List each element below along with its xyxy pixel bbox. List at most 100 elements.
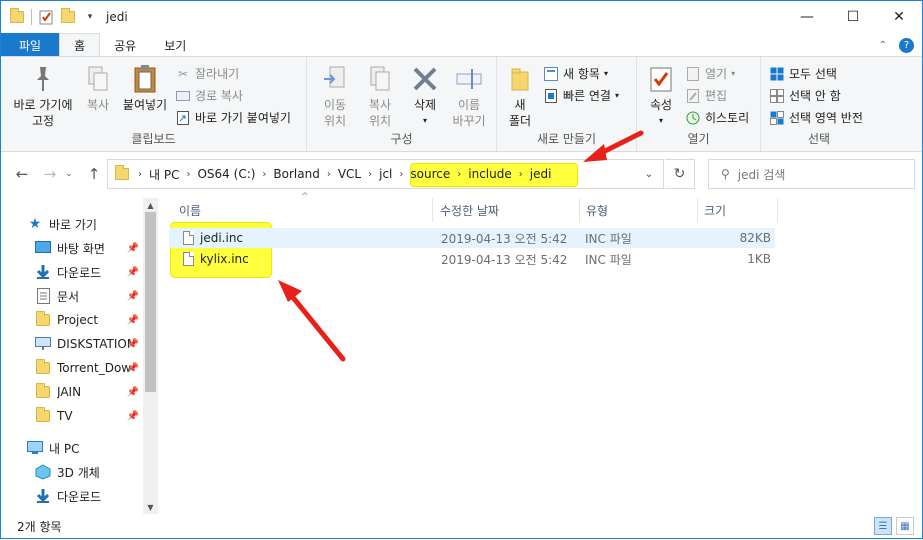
paste-button[interactable]: 붙여넣기	[119, 63, 171, 113]
file-size: 82KB	[739, 231, 771, 245]
forward-arrow-icon[interactable]: →	[39, 163, 61, 185]
scroll-down-icon[interactable]: ▼	[143, 500, 158, 514]
breadcrumb-item[interactable]: jcl	[374, 167, 397, 181]
pin-icon[interactable]: 📌	[127, 315, 139, 326]
breadcrumb-chevron-icon[interactable]: ›	[260, 169, 268, 180]
breadcrumb-chevron-icon[interactable]: ›	[184, 169, 192, 180]
copy-path-button[interactable]: 경로 복사	[175, 87, 243, 104]
address-dropdown-icon[interactable]: ⌄	[635, 160, 663, 188]
history-icon	[685, 110, 701, 126]
select-all-button[interactable]: 모두 선택	[769, 65, 837, 82]
edit-button[interactable]: 편집	[685, 87, 727, 104]
file-name: jedi.inc	[200, 231, 244, 245]
breadcrumb-chevron-icon[interactable]: ›	[325, 169, 333, 180]
path-icon	[175, 88, 191, 104]
folder-icon	[35, 311, 51, 328]
delete-dropdown-icon[interactable]: ▾	[423, 113, 427, 129]
nav-item[interactable]: Project 📌	[35, 308, 143, 332]
new-item-button[interactable]: 새 항목 ▾	[543, 65, 608, 82]
maximize-button[interactable]: ☐	[830, 1, 876, 33]
move-to-button[interactable]: 이동 위치	[313, 63, 357, 129]
select-none-button[interactable]: 선택 안 함	[769, 87, 841, 104]
nav-item[interactable]: TV 📌	[35, 404, 143, 428]
column-type[interactable]: 유형	[580, 198, 698, 222]
nav-item[interactable]: 문서 📌	[35, 284, 143, 308]
tab-share[interactable]: 공유	[100, 33, 150, 57]
invert-selection-button[interactable]: 선택 영역 반전	[769, 109, 863, 126]
customize-toolbar-icon[interactable]: ▾	[82, 9, 98, 25]
file-type: INC 파일	[585, 231, 632, 246]
address-bar[interactable]: › 내 PC › OS64 (C:) › Borland › VCL › jcl › source › i…	[107, 159, 664, 189]
nav-item[interactable]: 바탕 화면 📌	[35, 236, 143, 260]
file-name-cell[interactable]: jedi.inc	[183, 228, 243, 248]
pin-icon[interactable]: 📌	[127, 267, 139, 278]
recent-locations-icon[interactable]: ⌄	[63, 163, 75, 185]
nav-item[interactable]: JAIN 📌	[35, 380, 143, 404]
search-input[interactable]: ⚲ jedi 검색	[708, 159, 915, 189]
minimize-button[interactable]: —	[784, 1, 830, 33]
new-folder-icon[interactable]	[60, 8, 76, 25]
nav-item-label: JAIN	[57, 385, 82, 399]
tab-home[interactable]: 홈	[59, 33, 101, 57]
breadcrumb-item[interactable]: source	[405, 167, 455, 181]
column-name[interactable]: 이름	[173, 198, 433, 222]
nav-pc-item[interactable]: 3D 개체	[35, 460, 143, 484]
breadcrumb-chevron-icon[interactable]: ›	[397, 169, 405, 180]
properties-button[interactable]: 속성 ▾	[643, 63, 679, 129]
properties-dropdown-icon[interactable]: ▾	[659, 113, 663, 129]
table-row[interactable]: kylix.inc 2019-04-13 오전 5:42 INC 파일 1KB	[169, 249, 775, 269]
tab-file[interactable]: 파일	[1, 33, 60, 57]
help-icon[interactable]: ?	[899, 37, 914, 53]
tab-view[interactable]: 보기	[150, 33, 200, 57]
nav-item[interactable]: DISKSTATION 📌	[35, 332, 143, 356]
breadcrumb-item[interactable]: Borland	[268, 167, 324, 181]
properties-check-icon[interactable]	[38, 9, 54, 25]
delete-button[interactable]: 삭제 ▾	[405, 63, 445, 129]
breadcrumb-chevron-icon[interactable]: ›	[517, 169, 525, 180]
breadcrumb-item[interactable]: include	[463, 167, 516, 181]
nav-item[interactable]: 다운로드 📌	[35, 260, 143, 284]
breadcrumb-chevron-icon[interactable]: ›	[136, 169, 144, 180]
details-view-icon[interactable]: ☰	[874, 517, 892, 535]
back-arrow-icon[interactable]: ←	[11, 163, 33, 185]
close-button[interactable]: ✕	[876, 1, 922, 33]
table-row[interactable]: jedi.inc 2019-04-13 오전 5:42 INC 파일 82KB	[169, 228, 775, 248]
breadcrumb-chevron-icon[interactable]: ›	[455, 169, 463, 180]
rename-button[interactable]: 이름 바꾸기	[447, 63, 491, 129]
copy-button[interactable]: 복사	[81, 63, 115, 113]
breadcrumb-item[interactable]: VCL	[333, 167, 366, 181]
pin-quick-access-button[interactable]: 바로 가기에 고정	[7, 63, 79, 129]
copy-to-button[interactable]: 복사 위치	[357, 63, 403, 129]
breadcrumb-item[interactable]: jedi	[525, 167, 557, 181]
cut-button[interactable]: ✂ 잘라내기	[175, 65, 239, 82]
pin-icon[interactable]: 📌	[127, 339, 139, 350]
copy-path-label: 경로 복사	[195, 89, 243, 103]
pin-icon[interactable]: 📌	[127, 291, 139, 302]
ribbon-collapse-icon[interactable]: ⌃	[879, 40, 887, 51]
pin-icon[interactable]: 📌	[127, 363, 139, 374]
paste-shortcut-button[interactable]: 바로 가기 붙여넣기	[175, 109, 291, 126]
scroll-up-icon[interactable]: ▲	[143, 198, 158, 212]
breadcrumb-item[interactable]: OS64 (C:)	[192, 167, 260, 181]
history-label: 히스토리	[705, 111, 750, 125]
pin-icon[interactable]: 📌	[127, 243, 139, 254]
desktop-icon	[35, 240, 51, 256]
nav-pc-item[interactable]: 다운로드	[35, 484, 143, 508]
nav-item[interactable]: Torrent_Downl📌	[35, 356, 143, 380]
pin-icon[interactable]: 📌	[127, 387, 139, 398]
easy-access-button[interactable]: 빠른 연결 ▾	[543, 87, 619, 104]
pin-icon[interactable]: 📌	[127, 411, 139, 422]
nav-scrollbar[interactable]: ▲ ▼	[143, 198, 158, 514]
breadcrumb-chevron-icon[interactable]: ›	[366, 169, 374, 180]
refresh-icon[interactable]: ↻	[665, 159, 695, 189]
large-icons-view-icon[interactable]: ▦	[896, 517, 914, 535]
file-name-cell[interactable]: kylix.inc	[183, 249, 249, 269]
scroll-thumb[interactable]	[145, 212, 156, 392]
history-button[interactable]: 히스토리	[685, 109, 749, 126]
breadcrumb-item[interactable]: 내 PC	[144, 166, 184, 183]
new-folder-button[interactable]: 새 폴더	[503, 63, 537, 129]
column-modified[interactable]: 수정한 날짜	[434, 198, 580, 222]
open-button[interactable]: 열기 ▾	[685, 65, 735, 82]
up-arrow-icon[interactable]: ↑	[83, 163, 105, 185]
column-size[interactable]: 크기	[698, 198, 778, 222]
